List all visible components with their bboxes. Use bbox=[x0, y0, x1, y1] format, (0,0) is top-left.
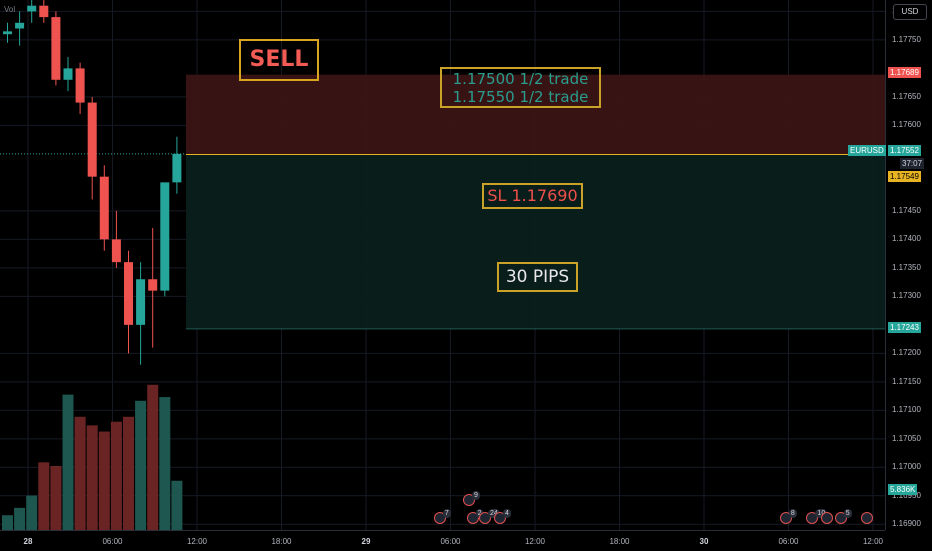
candle-body bbox=[63, 68, 73, 80]
price-tick-label: 1.17150 bbox=[892, 376, 921, 386]
sell-annotation[interactable]: SELL bbox=[239, 39, 319, 81]
event-count-badge: 4 bbox=[503, 509, 511, 518]
pips-annotation[interactable]: 30 PIPS bbox=[497, 262, 578, 292]
volume-bar bbox=[74, 416, 86, 530]
candle-body bbox=[136, 279, 146, 325]
time-tick-label: 28 bbox=[23, 537, 33, 546]
price-tick-label: 1.16900 bbox=[892, 519, 921, 529]
price-tick-label: 1.17650 bbox=[892, 91, 921, 101]
event-count-badge: 9 bbox=[472, 491, 480, 500]
candle-body bbox=[160, 182, 170, 291]
volume-label: Vol bbox=[4, 5, 16, 14]
symbol-tag: EURUSD bbox=[848, 145, 886, 156]
volume-value-tag: 5.836K bbox=[888, 484, 918, 495]
volume-bar bbox=[159, 397, 171, 530]
time-tick-label: 29 bbox=[361, 537, 371, 546]
tp-line-1: 1.17500 1/2 trade bbox=[452, 70, 589, 88]
take-profit-annotation[interactable]: 1.17500 1/2 trade 1.17550 1/2 trade bbox=[440, 67, 601, 108]
time-tick-label: 30 bbox=[699, 537, 709, 546]
volume-bar bbox=[147, 384, 159, 530]
time-tick-label: 12:00 bbox=[186, 537, 208, 546]
volume-bar bbox=[2, 515, 13, 530]
candle-body bbox=[99, 176, 109, 240]
volume-bar bbox=[50, 466, 62, 530]
time-tick-label: 06:00 bbox=[778, 537, 799, 546]
candle-body bbox=[51, 17, 61, 80]
candle-body bbox=[87, 102, 97, 177]
currency-button[interactable]: USD bbox=[893, 4, 927, 20]
price-tick-label: 1.17100 bbox=[892, 405, 921, 415]
countdown-tag: 37:07 bbox=[900, 158, 925, 169]
time-tick-label: 18:00 bbox=[271, 537, 292, 546]
candle-body bbox=[27, 5, 37, 12]
candle-body bbox=[111, 239, 121, 263]
candle-body bbox=[15, 22, 25, 29]
candle-body bbox=[3, 31, 12, 35]
price-tick-label: 1.17000 bbox=[892, 462, 921, 472]
stop-loss-annotation[interactable]: SL 1.17690 bbox=[482, 183, 583, 209]
candle-body bbox=[75, 68, 85, 103]
time-axis[interactable]: 28 06:00 12:00 18:00 29 06:00 12:00 18:00 30 06:0… bbox=[0, 530, 885, 551]
price-tick-label: 1.17400 bbox=[892, 234, 921, 244]
volume-bar bbox=[38, 462, 50, 530]
time-tick-label: 12:00 bbox=[862, 537, 884, 546]
stop-price-tag: 1.17689 bbox=[888, 67, 921, 78]
chart-area[interactable]: Vol SELL 1.17500 1/2 trade 1.17550 1/2 t… bbox=[0, 0, 885, 530]
time-tick-label: 12:00 bbox=[524, 537, 546, 546]
price-tick-label: 1.17350 bbox=[892, 262, 921, 272]
candle-body bbox=[172, 153, 182, 183]
take-profit-zone bbox=[186, 154, 885, 329]
volume-bar bbox=[171, 480, 183, 530]
candle-body bbox=[39, 5, 49, 18]
volume-bar bbox=[86, 425, 98, 530]
volume-bar bbox=[123, 416, 134, 530]
volume-bar bbox=[135, 400, 147, 530]
time-tick-label: 06:00 bbox=[102, 537, 123, 546]
candle-body bbox=[148, 279, 158, 291]
time-tick-label: 06:00 bbox=[440, 537, 461, 546]
entry-price-tag: 1.17549 bbox=[888, 171, 921, 182]
volume-bar bbox=[14, 507, 26, 530]
event-count-badge: 7 bbox=[442, 509, 451, 518]
price-axis[interactable]: 1.178001.177501.176501.176001.174501.174… bbox=[848, 0, 932, 530]
price-tick-label: 1.17300 bbox=[892, 291, 921, 301]
volume-bar bbox=[110, 421, 122, 530]
price-tick-label: 1.17200 bbox=[892, 348, 921, 358]
tp-line-2: 1.17550 1/2 trade bbox=[452, 88, 589, 106]
volume-bar bbox=[98, 431, 110, 530]
time-tick-label: 18:00 bbox=[609, 537, 630, 546]
candle-body bbox=[124, 262, 133, 325]
event-count-badge: 8 bbox=[788, 509, 797, 518]
price-tick-label: 1.17750 bbox=[892, 34, 921, 44]
price-tick-label: 1.17450 bbox=[892, 205, 921, 215]
volume-bar bbox=[62, 394, 74, 530]
volume-bar bbox=[26, 495, 38, 530]
target-price-tag: 1.17243 bbox=[888, 322, 921, 333]
last-price-tag: 1.17552 bbox=[888, 145, 921, 156]
price-tick-label: 1.17600 bbox=[892, 120, 921, 130]
event-count-badge: 5 bbox=[843, 509, 852, 518]
price-tick-label: 1.17050 bbox=[892, 433, 921, 443]
